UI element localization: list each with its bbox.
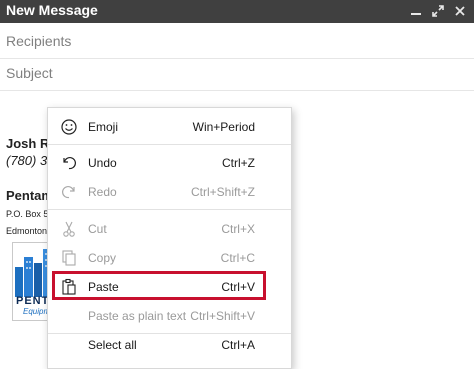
compose-title-bar: New Message: [0, 0, 474, 23]
subject-placeholder: Subject: [6, 65, 53, 81]
logo-text: PENT: [16, 295, 50, 307]
menu-item-copy: Copy Ctrl+C: [48, 245, 291, 271]
menu-item-redo: Redo Ctrl+Shift+Z: [48, 179, 291, 205]
recipients-field[interactable]: Recipients: [0, 27, 474, 59]
menu-item-shortcut: Ctrl+X: [221, 222, 255, 236]
menu-separator: [48, 209, 291, 210]
signature-address-line2: Edmonton: [6, 226, 48, 236]
menu-item-label: Emoji: [88, 120, 119, 134]
context-menu: Emoji Win+Period Undo Ctrl+Z Redo Ctrl+S…: [47, 107, 292, 369]
menu-item-label: Copy: [88, 251, 117, 265]
menu-item-shortcut: Ctrl+Shift+V: [190, 309, 255, 323]
menu-item-cut: Cut Ctrl+X: [48, 216, 291, 242]
minimize-icon[interactable]: [409, 4, 423, 18]
menu-item-shortcut: Ctrl+C: [220, 251, 255, 265]
menu-item-emoji[interactable]: Emoji Win+Period: [48, 114, 291, 140]
expand-icon[interactable]: [431, 4, 445, 18]
signature-address-line1: P.O. Box 5: [6, 209, 49, 219]
redo-icon: [60, 183, 78, 201]
menu-item-undo[interactable]: Undo Ctrl+Z: [48, 150, 291, 176]
menu-item-label: Paste: [88, 280, 119, 294]
menu-item-select-all[interactable]: Select all Ctrl+A: [48, 332, 291, 358]
menu-item-label: Undo: [88, 156, 117, 170]
copy-icon: [60, 249, 78, 267]
menu-item-shortcut: Ctrl+Z: [222, 156, 255, 170]
smiley-icon: [60, 118, 78, 136]
undo-icon: [60, 154, 78, 172]
menu-item-label: Cut: [88, 222, 107, 236]
menu-item-label: Paste as plain text: [88, 309, 187, 323]
signature-company: Pentam: [6, 188, 53, 203]
recipients-placeholder: Recipients: [6, 33, 72, 49]
clipboard-icon: [60, 278, 78, 296]
menu-item-shortcut: Ctrl+Shift+Z: [190, 185, 255, 199]
menu-item-shortcut: Ctrl+A: [221, 338, 255, 352]
close-icon[interactable]: [453, 4, 467, 18]
menu-item-label: Redo: [88, 185, 117, 199]
menu-item-paste-plain-text: Paste as plain text Ctrl+Shift+V: [48, 303, 291, 329]
menu-item-label: Select all: [88, 338, 137, 352]
subject-field[interactable]: Subject: [0, 59, 474, 91]
menu-item-shortcut: Ctrl+V: [221, 280, 255, 294]
scissors-icon: [60, 220, 78, 238]
menu-item-paste[interactable]: Paste Ctrl+V: [48, 274, 291, 300]
menu-item-shortcut: Win+Period: [192, 120, 255, 134]
window-title: New Message: [6, 2, 98, 18]
menu-separator: [48, 144, 291, 145]
